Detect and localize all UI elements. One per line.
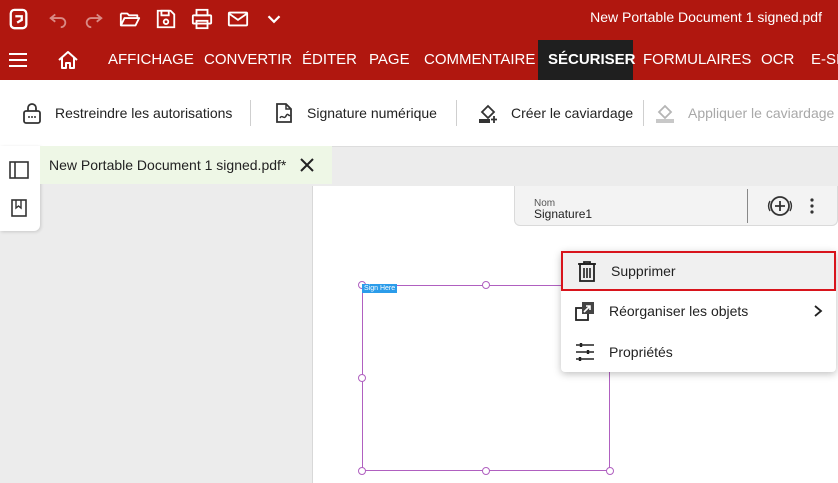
redaction-create-icon	[479, 104, 497, 123]
arrange-icon	[575, 302, 594, 321]
tab-commentaire[interactable]: COMMENTAIRE	[414, 40, 545, 80]
open-folder-icon[interactable]	[117, 6, 143, 32]
tab-page[interactable]: PAGE	[359, 40, 420, 80]
more-vertical-icon[interactable]	[805, 196, 819, 216]
close-icon[interactable]	[297, 155, 317, 175]
header-divider	[747, 189, 748, 223]
tab-e-sign[interactable]: E-SIGN	[801, 40, 838, 80]
field-properties-header: Nom Signature1	[514, 186, 838, 226]
title-bar: New Portable Document 1 signed.pdf	[0, 0, 838, 40]
hamburger-menu-icon[interactable]	[8, 50, 28, 70]
sign-here-badge: Sign Here	[362, 284, 398, 293]
redaction-apply-icon	[656, 104, 674, 123]
panel-toggle-icon[interactable]	[9, 160, 29, 180]
tab-securiser[interactable]: SÉCURISER	[538, 40, 636, 80]
lock-icon	[23, 103, 41, 124]
menu-item-delete-label: Supprimer	[611, 263, 676, 279]
print-icon[interactable]	[189, 6, 215, 32]
tab-editer[interactable]: ÉDITER	[292, 40, 367, 80]
left-panel-rail	[0, 146, 40, 231]
tab-ocr[interactable]: OCR	[751, 40, 804, 80]
ribbon-divider	[456, 100, 457, 126]
menu-item-properties-label: Propriétés	[609, 344, 673, 360]
apply-redaction-button[interactable]: Appliquer le caviardage	[654, 99, 834, 127]
chevron-right-icon	[814, 305, 823, 317]
ribbon-divider	[643, 100, 644, 126]
undo-icon[interactable]	[45, 6, 71, 32]
restrict-permissions-button[interactable]: Restreindre les autorisations	[21, 99, 232, 127]
ribbon-divider	[250, 100, 251, 126]
ribbon-toolbar: Restreindre les autorisations Signature …	[0, 80, 838, 147]
apply-redaction-label: Appliquer le caviardage	[688, 105, 835, 121]
trash-icon	[578, 261, 596, 282]
create-redaction-button[interactable]: Créer le caviardage	[477, 99, 633, 127]
restrict-permissions-label: Restreindre les autorisations	[55, 105, 233, 121]
document-tab-label: New Portable Document 1 signed.pdf*	[49, 157, 287, 173]
menu-bar: AFFICHAGE CONVERTIR ÉDITER PAGE COMMENTA…	[0, 40, 838, 80]
window-title: New Portable Document 1 signed.pdf	[590, 9, 822, 25]
digital-signature-label: Signature numérique	[307, 105, 437, 121]
tab-convertir[interactable]: CONVERTIR	[194, 40, 302, 80]
resize-handle[interactable]	[606, 467, 614, 475]
save-icon[interactable]	[153, 6, 179, 32]
tab-affichage[interactable]: AFFICHAGE	[98, 40, 204, 80]
digital-signature-icon	[276, 103, 292, 123]
resize-handle[interactable]	[482, 467, 490, 475]
app-logo-icon[interactable]	[6, 6, 32, 32]
tab-formulaires[interactable]: FORMULAIRES	[633, 40, 761, 80]
menu-item-delete[interactable]: Supprimer	[561, 251, 836, 291]
menu-item-arrange[interactable]: Réorganiser les objets	[561, 291, 836, 331]
bookmark-icon[interactable]	[9, 198, 29, 218]
add-circle-icon[interactable]	[767, 195, 793, 217]
menu-item-arrange-label: Réorganiser les objets	[609, 303, 749, 319]
home-icon[interactable]	[57, 49, 79, 71]
field-name-value[interactable]: Signature1	[534, 207, 592, 221]
redo-icon[interactable]	[81, 6, 107, 32]
resize-handle[interactable]	[358, 374, 366, 382]
resize-handle[interactable]	[358, 467, 366, 475]
digital-signature-button[interactable]: Signature numérique	[273, 99, 437, 127]
menu-item-properties[interactable]: Propriétés	[561, 332, 836, 372]
sliders-icon	[576, 343, 594, 361]
context-menu: Supprimer Réorganiser les objets Proprié…	[561, 251, 836, 372]
email-icon[interactable]	[225, 6, 251, 32]
create-redaction-label: Créer le caviardage	[511, 105, 634, 121]
document-tab[interactable]: New Portable Document 1 signed.pdf*	[40, 146, 332, 184]
resize-handle[interactable]	[482, 281, 490, 289]
customize-chevron-icon[interactable]	[261, 6, 287, 32]
